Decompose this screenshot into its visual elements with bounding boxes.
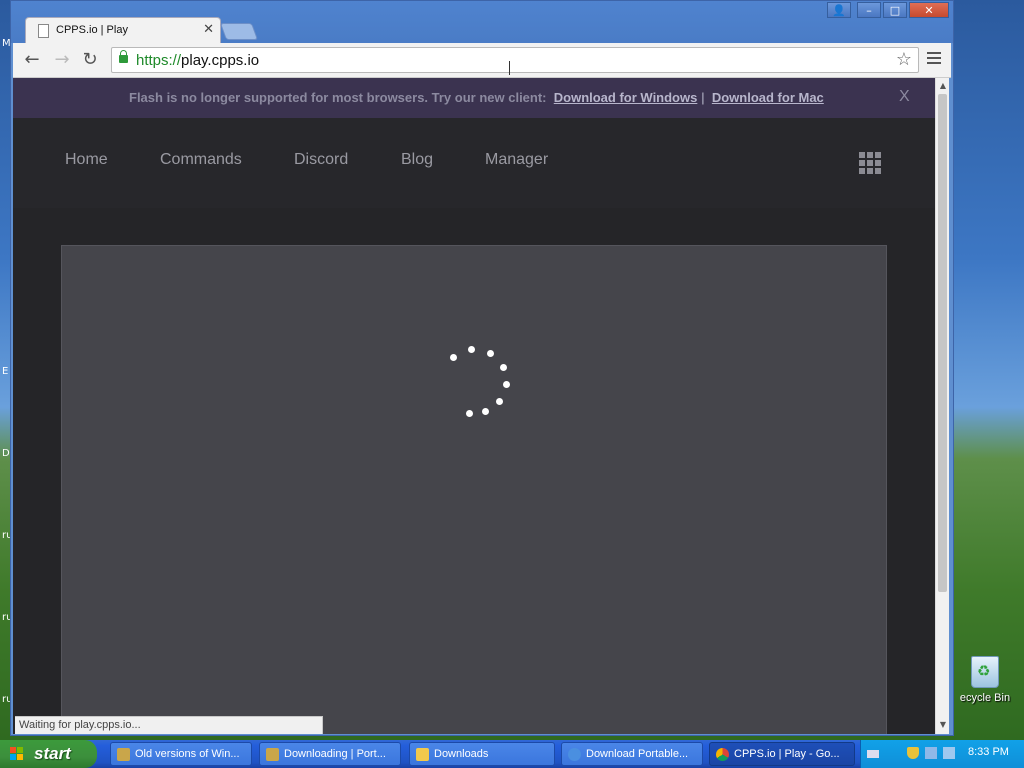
- new-tab-button[interactable]: [219, 23, 259, 40]
- address-bar[interactable]: https://play.cpps.io ☆: [111, 47, 919, 75]
- taskbar-item-label: Download Portable...: [586, 748, 689, 760]
- banner-separator: |: [700, 90, 705, 105]
- nav-manager[interactable]: Manager: [485, 151, 548, 169]
- windows-logo-icon: [10, 747, 24, 761]
- reload-button[interactable]: ↻: [79, 49, 101, 71]
- status-bubble: Waiting for play.cpps.io...: [15, 716, 323, 734]
- forward-arrow-icon: →: [54, 49, 70, 70]
- chrome-icon: [716, 748, 729, 761]
- desktop-icon-label-fragment: D: [2, 448, 10, 459]
- browser-icon: [568, 748, 581, 761]
- game-frame[interactable]: [61, 245, 887, 734]
- close-icon: ✕: [924, 4, 934, 17]
- network-icon[interactable]: [925, 747, 937, 759]
- nav-home[interactable]: Home: [65, 151, 108, 169]
- taskbar-item-active[interactable]: CPPS.io | Play - Go...: [709, 742, 855, 766]
- minimize-icon: –: [866, 4, 872, 17]
- close-window-button[interactable]: ✕: [909, 2, 949, 18]
- download-windows-link[interactable]: Download for Windows: [554, 90, 698, 105]
- scroll-down-icon[interactable]: ▼: [937, 718, 949, 732]
- banner-close-button[interactable]: X: [899, 88, 910, 106]
- page-icon: [38, 24, 49, 38]
- profile-button[interactable]: 👤: [827, 2, 851, 18]
- chrome-menu-icon[interactable]: [927, 52, 941, 64]
- url-host: play.cpps.io: [181, 52, 260, 69]
- recycle-bin-icon: [971, 656, 999, 688]
- window-app-icon: [117, 748, 130, 761]
- text-cursor-icon: [509, 61, 510, 75]
- close-tab-icon[interactable]: ✕: [203, 22, 214, 37]
- tab-title: CPPS.io | Play: [56, 24, 128, 36]
- taskbar-item-label: Downloading | Port...: [284, 748, 386, 760]
- chrome-window: CPPS.io | Play ✕ 👤 – □ ✕ ← → ↻ https://p…: [10, 0, 954, 736]
- keyboard-icon[interactable]: [867, 750, 879, 758]
- bookmark-star-icon[interactable]: ☆: [896, 49, 912, 70]
- taskbar-item-label: Old versions of Win...: [135, 748, 240, 760]
- start-button[interactable]: start: [0, 740, 97, 768]
- page-viewport: Flash is no longer supported for most br…: [13, 78, 935, 734]
- loading-spinner-icon: [62, 246, 888, 734]
- banner-message: Flash is no longer supported for most br…: [129, 90, 547, 105]
- volume-icon[interactable]: [943, 747, 955, 759]
- nav-discord[interactable]: Discord: [294, 151, 348, 169]
- security-shield-icon[interactable]: [907, 747, 919, 759]
- taskbar-item[interactable]: Downloads: [409, 742, 555, 766]
- folder-icon: [416, 748, 429, 761]
- window-app-icon: [266, 748, 279, 761]
- forward-button[interactable]: →: [51, 49, 73, 71]
- scrollbar-thumb[interactable]: [938, 94, 947, 592]
- apps-grid-icon[interactable]: [859, 152, 881, 174]
- system-tray: 8:33 PM: [860, 740, 1024, 768]
- recycle-bin-shortcut[interactable]: ecycle Bin: [952, 656, 1018, 704]
- url-text: https://play.cpps.io: [136, 52, 259, 69]
- flash-notice-banner: Flash is no longer supported for most br…: [13, 78, 935, 118]
- vertical-scrollbar[interactable]: ▲ ▼: [935, 78, 949, 734]
- taskbar-item[interactable]: Download Portable...: [561, 742, 703, 766]
- recycle-bin-label: ecycle Bin: [959, 692, 1011, 704]
- back-arrow-icon: ←: [24, 49, 40, 70]
- banner-text: Flash is no longer supported for most br…: [129, 90, 824, 105]
- site-navigation: Home Commands Discord Blog Manager: [13, 118, 935, 208]
- taskbar-item-label: Downloads: [434, 748, 489, 760]
- browser-toolbar: ← → ↻ https://play.cpps.io ☆: [13, 43, 951, 78]
- title-bar: CPPS.io | Play ✕ 👤 – □ ✕: [11, 1, 953, 43]
- clock: 8:33 PM: [968, 746, 1009, 758]
- maximize-button[interactable]: □: [883, 2, 907, 18]
- minimize-button[interactable]: –: [857, 2, 881, 18]
- back-button[interactable]: ←: [21, 49, 43, 71]
- nav-blog[interactable]: Blog: [401, 151, 433, 169]
- taskbar-item[interactable]: Downloading | Port...: [259, 742, 401, 766]
- reload-icon: ↻: [82, 49, 98, 70]
- taskbar-item-label: CPPS.io | Play - Go...: [734, 748, 840, 760]
- lock-icon: [119, 50, 128, 63]
- desktop-icon-label-fragment: E: [2, 366, 9, 377]
- scroll-up-icon[interactable]: ▲: [937, 79, 949, 93]
- taskbar-item[interactable]: Old versions of Win...: [110, 742, 252, 766]
- download-mac-link[interactable]: Download for Mac: [712, 90, 824, 105]
- restore-icon: □: [889, 4, 901, 17]
- user-icon: 👤: [832, 4, 846, 17]
- nav-commands[interactable]: Commands: [160, 151, 242, 169]
- url-scheme: https://: [136, 52, 182, 69]
- start-label: start: [34, 744, 71, 763]
- taskbar: start Old versions of Win... Downloading…: [0, 740, 1024, 768]
- browser-tab[interactable]: CPPS.io | Play ✕: [25, 17, 221, 43]
